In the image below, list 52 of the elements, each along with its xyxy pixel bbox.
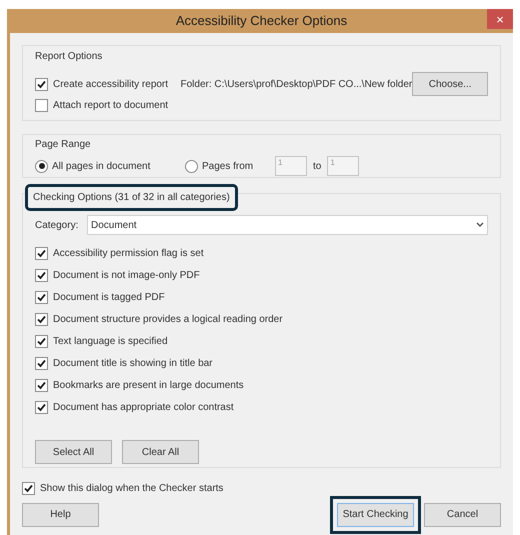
radio-button[interactable] — [185, 160, 198, 172]
checkbox-label: Text language is specified — [53, 335, 168, 348]
checkbox-label: Attach report to document — [53, 99, 168, 112]
checkmark-icon — [37, 381, 46, 390]
to-label: to — [313, 160, 322, 174]
checkbox-label: Show this dialog when the Checker starts — [40, 482, 224, 495]
checkbox[interactable] — [35, 78, 48, 90]
category-value: Document — [91, 218, 138, 232]
checkmark-icon — [37, 315, 46, 324]
checkbox-label: Document has appropriate color contrast — [53, 401, 234, 414]
checkmark-icon — [37, 403, 46, 412]
checkmark-icon — [37, 337, 46, 346]
checkbox[interactable] — [35, 99, 48, 112]
button[interactable]: Select All — [35, 440, 112, 464]
checkbox[interactable] — [35, 291, 48, 304]
radio-label: Pages from — [202, 160, 254, 174]
checkmark-icon — [37, 293, 46, 302]
checkmark-icon — [24, 484, 33, 493]
chevron-down-icon — [476, 222, 484, 228]
checkmark-icon — [37, 271, 46, 280]
checkbox[interactable] — [35, 269, 48, 282]
checkbox-label: Accessibility permission flag is set — [53, 247, 204, 260]
folder-path: Folder: C:\Users\prof\Desktop\PDF CO...\New folder — [180, 78, 412, 92]
checkbox-label: Document title is showing in title bar — [53, 357, 213, 370]
group-title: Page Range — [35, 138, 92, 152]
checkmark-icon — [37, 359, 46, 368]
checkbox-label: Document structure provides a logical reading order — [53, 313, 283, 326]
group-title: Checking Options (31 of 32 in all categories) — [25, 184, 238, 211]
close-button[interactable]: × — [487, 9, 513, 29]
checkbox[interactable] — [35, 379, 48, 392]
category-dropdown[interactable]: Document — [87, 215, 488, 235]
checkbox-label: Document is not image-only PDF — [53, 269, 200, 282]
radio-button[interactable] — [35, 160, 48, 172]
checkbox[interactable] — [35, 247, 48, 260]
button[interactable]: Choose... — [412, 72, 488, 96]
checkbox-label: Create accessibility report — [53, 78, 168, 90]
checkbox[interactable] — [35, 401, 48, 414]
checkbox[interactable] — [35, 335, 48, 348]
button[interactable]: Clear All — [122, 440, 199, 464]
checkmark-icon — [37, 80, 46, 88]
group-title: Report Options — [35, 50, 104, 64]
window-title: Accessibility Checker Options — [174, 12, 348, 30]
checkmark-icon — [37, 249, 46, 258]
radio-label: All pages in document — [52, 160, 150, 174]
checkbox-label: Bookmarks are present in large documents — [53, 379, 244, 392]
category-label: Category: — [35, 218, 80, 232]
button[interactable]: Cancel — [424, 502, 501, 526]
checkbox[interactable] — [35, 313, 48, 326]
checkbox[interactable] — [22, 482, 35, 495]
button[interactable]: Help — [22, 502, 99, 526]
checkbox[interactable] — [35, 357, 48, 370]
checkbox-label: Document is tagged PDF — [53, 291, 165, 304]
